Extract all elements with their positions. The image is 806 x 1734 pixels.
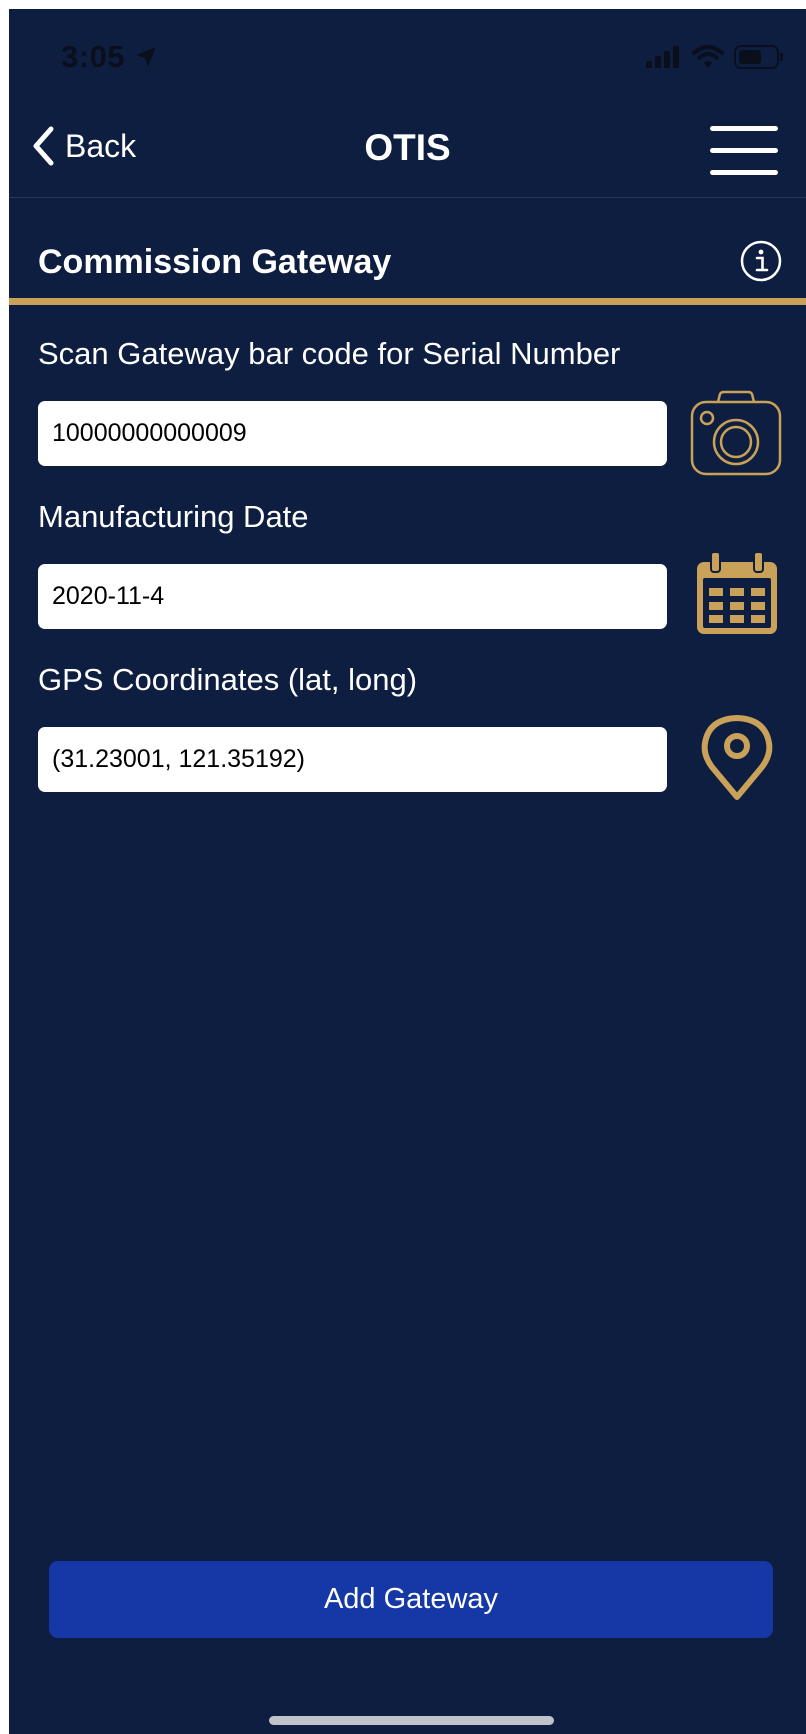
serial-number-input[interactable]	[38, 401, 667, 466]
navigation-bar: Back OTIS	[9, 101, 806, 198]
add-gateway-button[interactable]: Add Gateway	[49, 1561, 773, 1638]
serial-number-label: Scan Gateway bar code for Serial Number	[38, 336, 621, 371]
section-header: Commission Gateway	[9, 198, 806, 305]
wifi-icon	[692, 45, 724, 68]
info-icon[interactable]	[740, 240, 782, 282]
hamburger-menu-icon[interactable]	[710, 126, 778, 176]
gps-coordinates-input[interactable]	[38, 727, 667, 792]
calendar-icon[interactable]	[695, 552, 779, 636]
manufacturing-date-input[interactable]	[38, 564, 667, 629]
status-time-text: 3:05	[61, 39, 126, 74]
manufacturing-date-label: Manufacturing Date	[38, 499, 309, 534]
status-indicators	[646, 45, 784, 69]
gps-coordinates-label: GPS Coordinates (lat, long)	[38, 662, 418, 697]
section-title: Commission Gateway	[38, 243, 392, 281]
app-screen: 3:05 Back OTIS Commission Gateway Scan G…	[9, 9, 806, 1734]
page-title: OTIS	[364, 127, 451, 168]
location-arrow-icon	[136, 47, 157, 67]
home-indicator[interactable]	[269, 1716, 554, 1725]
cellular-signal-icon	[646, 46, 679, 68]
camera-icon[interactable]	[690, 390, 782, 476]
status-time: 3:05	[61, 39, 158, 75]
battery-icon	[734, 45, 783, 69]
location-pin-icon[interactable]	[701, 715, 773, 801]
